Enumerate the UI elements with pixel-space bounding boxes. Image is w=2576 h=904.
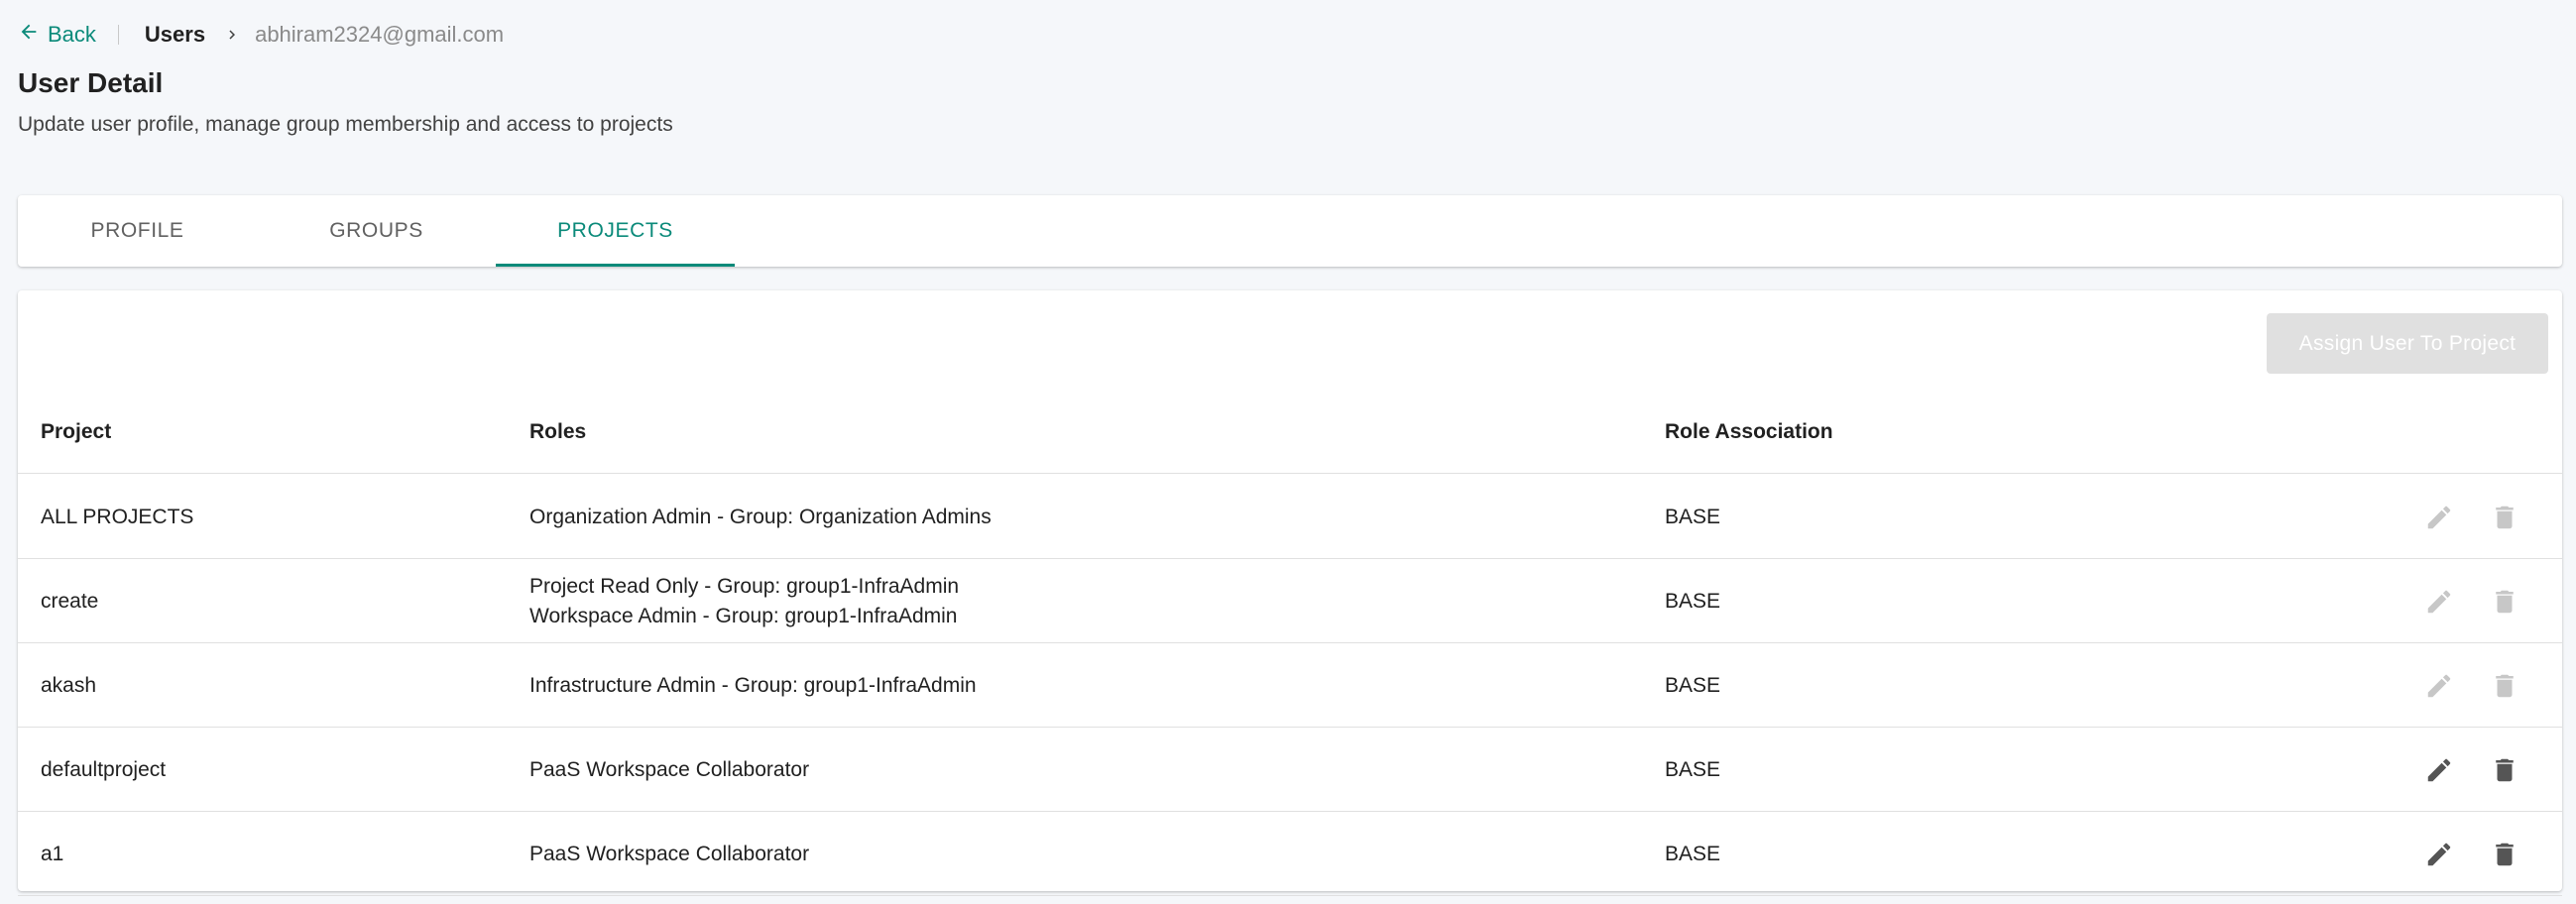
tab-profile[interactable]: PROFILE [18,195,257,267]
column-header-project: Project [41,420,112,443]
delete-icon[interactable] [2489,839,2520,870]
delete-icon[interactable] [2489,502,2520,533]
project-cell: ALL PROJECTS [41,505,194,528]
back-link[interactable]: Back [18,21,96,49]
role-entry: Workspace Admin - Group: group1-InfraAdm… [529,604,958,627]
tab-groups[interactable]: GROUPS [257,195,496,267]
role-entry: Project Read Only - Group: group1-InfraA… [529,574,960,598]
table-row: a1 PaaS Workspace Collaborator BASE [18,812,2562,896]
role-association-cell: BASE [1665,673,1721,697]
edit-icon[interactable] [2423,502,2455,533]
row-actions [2423,728,2520,812]
project-cell: create [41,589,99,613]
project-cell: akash [41,673,97,697]
breadcrumb-current-user: abhiram2324@gmail.com [255,22,505,47]
chevron-right-icon [223,26,241,44]
role-association-cell: BASE [1665,757,1721,781]
delete-icon[interactable] [2489,670,2520,702]
edit-icon[interactable] [2423,839,2455,870]
breadcrumb: Back Users abhiram2324@gmail.com [18,20,504,50]
roles-cell: Organization Admin - Group: Organization… [529,475,992,559]
project-cell: defaultproject [41,757,167,781]
role-entry: Infrastructure Admin - Group: group1-Inf… [529,673,977,697]
role-entry: PaaS Workspace Collaborator [529,842,810,865]
roles-cell: Project Read Only - Group: group1-InfraA… [529,559,959,643]
back-label: Back [48,22,96,47]
arrow-left-icon [18,21,40,49]
delete-icon[interactable] [2489,754,2520,786]
tab-bar: PROFILE GROUPS PROJECTS [18,195,2562,267]
table-header: Project Roles Role Association [18,390,2562,474]
column-header-role-association: Role Association [1665,420,1833,443]
role-association-cell: BASE [1665,589,1721,613]
table-row: defaultproject PaaS Workspace Collaborato… [18,728,2562,812]
tab-projects[interactable]: PROJECTS [496,195,735,267]
role-entry: Organization Admin - Group: Organization… [529,505,992,528]
roles-cell: PaaS Workspace Collaborator [529,812,809,896]
breadcrumb-divider [117,25,119,45]
table-row: akash Infrastructure Admin - Group: group… [18,643,2562,728]
row-actions [2423,812,2520,896]
assign-user-to-project-button[interactable]: Assign User To Project [2267,313,2548,374]
roles-cell: Infrastructure Admin - Group: group1-Inf… [529,643,977,728]
role-entry: PaaS Workspace Collaborator [529,757,810,781]
breadcrumb-users-link[interactable]: Users [145,22,205,48]
column-header-roles: Roles [529,420,587,443]
projects-table-card: Assign User To Project Project Roles Rol… [18,290,2562,896]
edit-icon[interactable] [2423,586,2455,618]
project-cell: a1 [41,842,64,865]
row-actions [2423,559,2520,643]
edit-icon[interactable] [2423,754,2455,786]
edit-icon[interactable] [2423,670,2455,702]
row-actions [2423,643,2520,728]
row-actions [2423,475,2520,559]
role-association-cell: BASE [1665,505,1721,528]
roles-cell: PaaS Workspace Collaborator [529,728,809,812]
table-row: ALL PROJECTS Organization Admin - Group: … [18,475,2562,559]
delete-icon[interactable] [2489,586,2520,618]
role-association-cell: BASE [1665,842,1721,865]
page-subtitle: Update user profile, manage group member… [18,113,673,136]
table-row: create Project Read Only - Group: group1-… [18,559,2562,643]
page-title: User Detail [18,67,164,98]
